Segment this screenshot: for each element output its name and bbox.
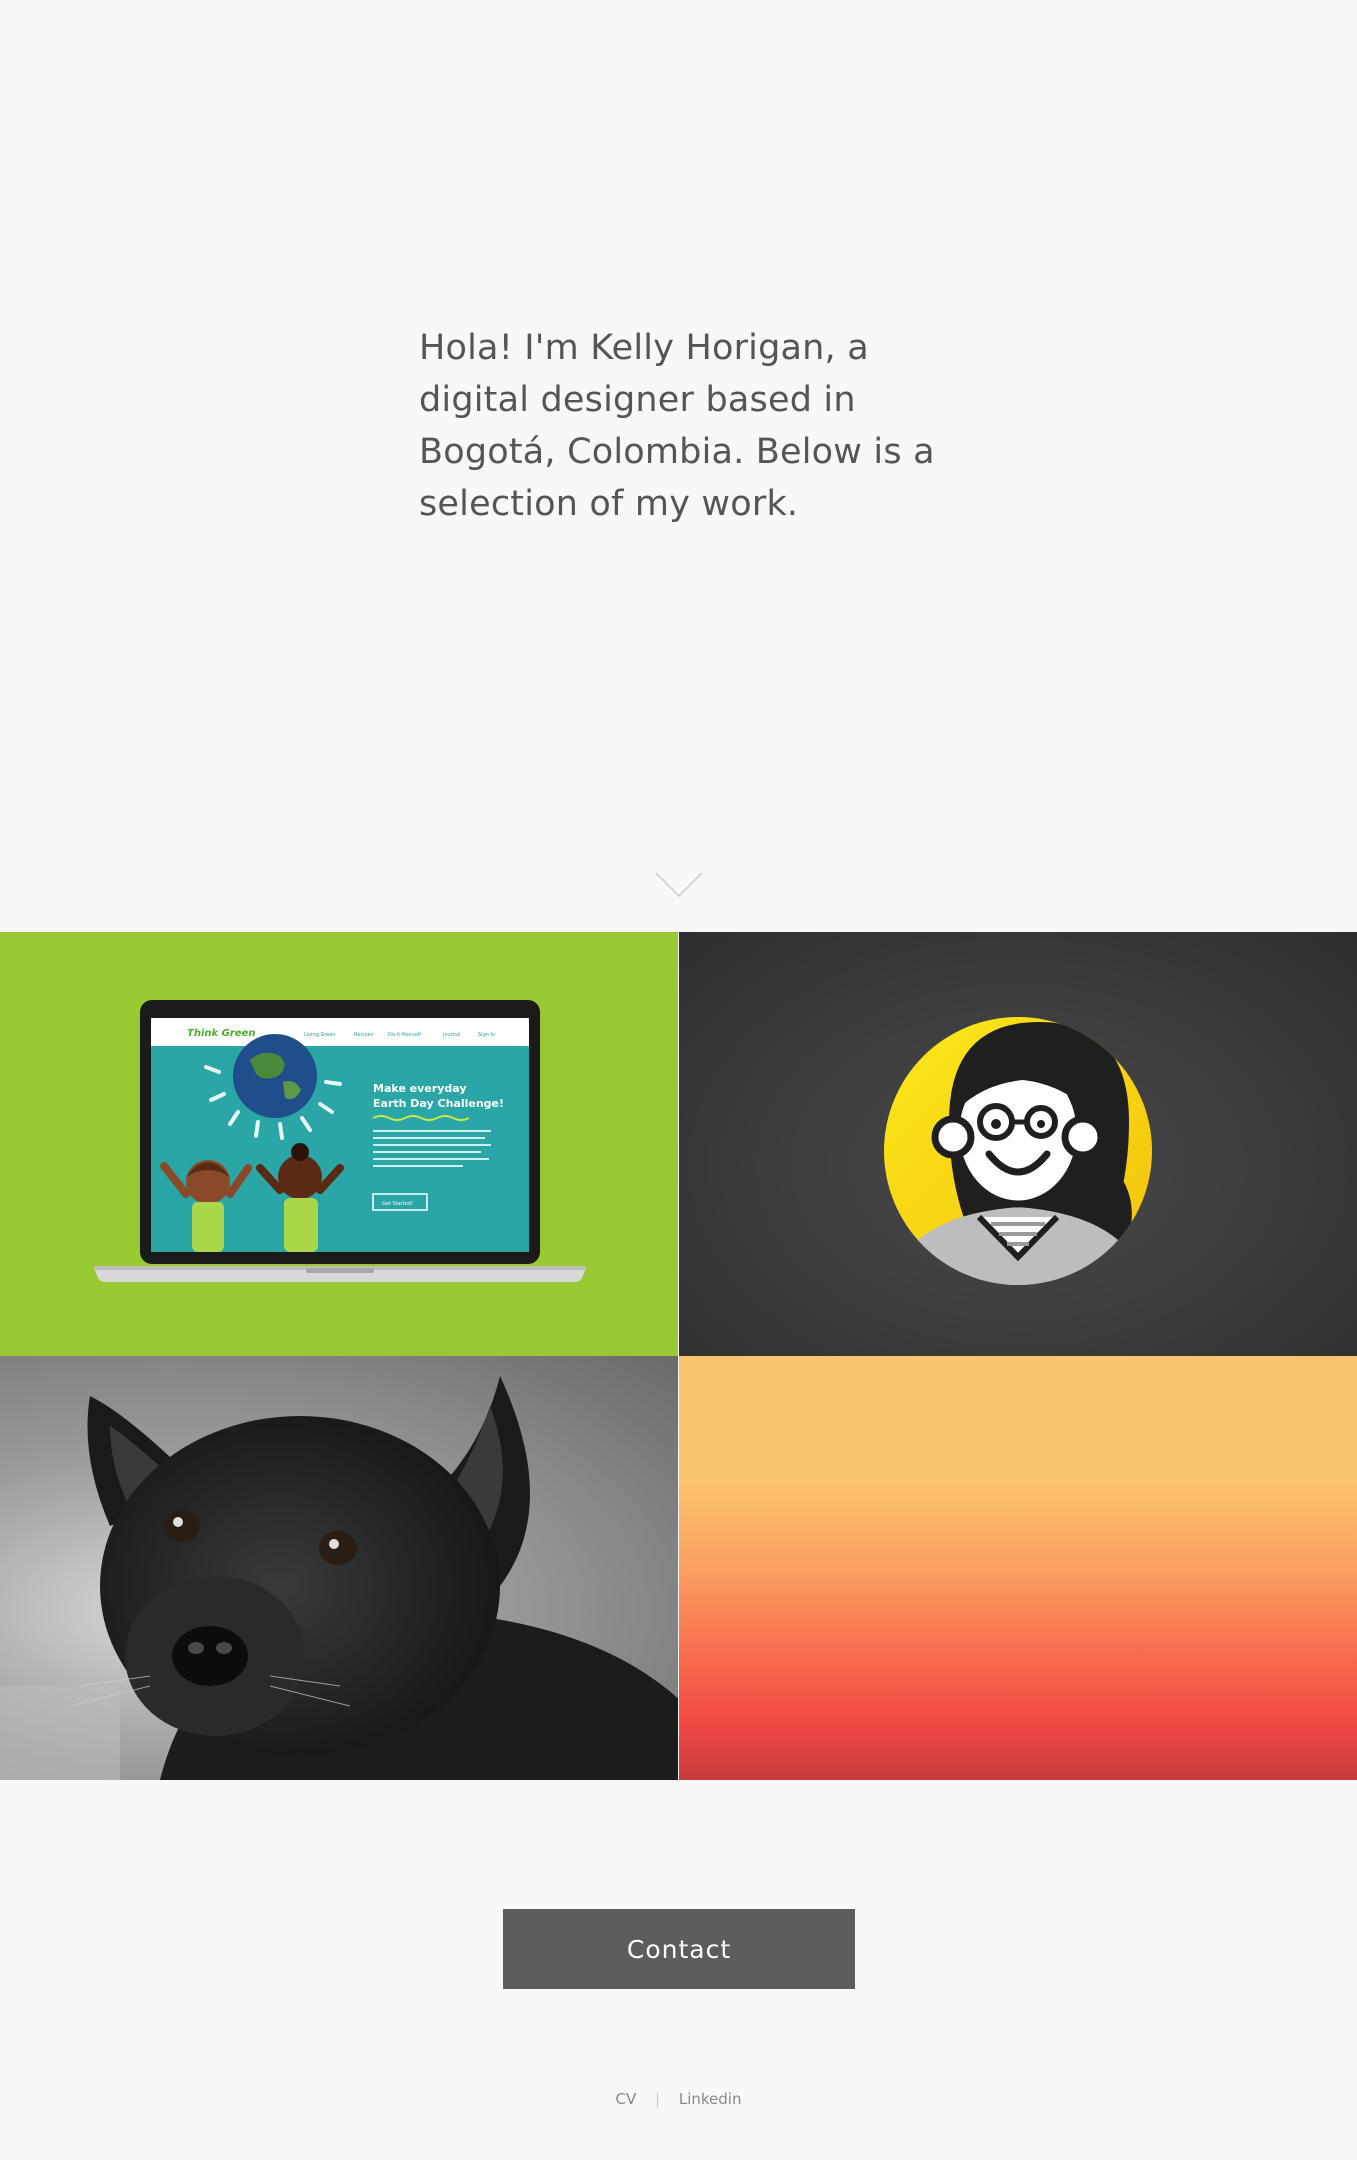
footer: CV | Linkedin bbox=[0, 2090, 1357, 2108]
footer-divider: | bbox=[655, 2090, 661, 2108]
contact-button[interactable]: Contact bbox=[503, 1909, 855, 1989]
laptop-mockup-image: Think Green Living Green Recipes Do-It-Y… bbox=[94, 1000, 586, 1282]
linkedin-link[interactable]: Linkedin bbox=[679, 2090, 742, 2108]
site-nav-item: Sign In bbox=[478, 1032, 495, 1038]
hero-section: Hola! I'm Kelly Horigan, a digital desig… bbox=[0, 0, 1357, 932]
avatar-illustration bbox=[884, 1017, 1152, 1285]
portfolio-tile-dog[interactable] bbox=[0, 1356, 678, 1780]
site-nav-item: Living Green bbox=[304, 1032, 336, 1038]
portfolio-tile-sunset[interactable] bbox=[679, 1356, 1357, 1780]
portfolio-tile-avatar[interactable] bbox=[679, 932, 1357, 1356]
site-nav-item: Journal bbox=[442, 1032, 460, 1038]
site-headline: Make everyday bbox=[373, 1082, 467, 1095]
site-cta: Get Started! bbox=[382, 1201, 413, 1207]
site-logo: Think Green bbox=[187, 1028, 255, 1039]
site-headline: Earth Day Challenge! bbox=[373, 1097, 504, 1110]
site-nav-item: Do-It-Yourself bbox=[388, 1032, 421, 1038]
intro-text: Hola! I'm Kelly Horigan, a digital desig… bbox=[419, 328, 935, 524]
cv-link[interactable]: CV bbox=[616, 2090, 637, 2108]
portfolio-grid: Think Green Living Green Recipes Do-It-Y… bbox=[0, 932, 1357, 1780]
portfolio-tile-think-green[interactable]: Think Green Living Green Recipes Do-It-Y… bbox=[0, 932, 678, 1356]
chevron-down-icon[interactable] bbox=[654, 871, 704, 899]
site-nav-item: Recipes bbox=[354, 1032, 374, 1038]
dog-photo bbox=[0, 1376, 678, 1780]
